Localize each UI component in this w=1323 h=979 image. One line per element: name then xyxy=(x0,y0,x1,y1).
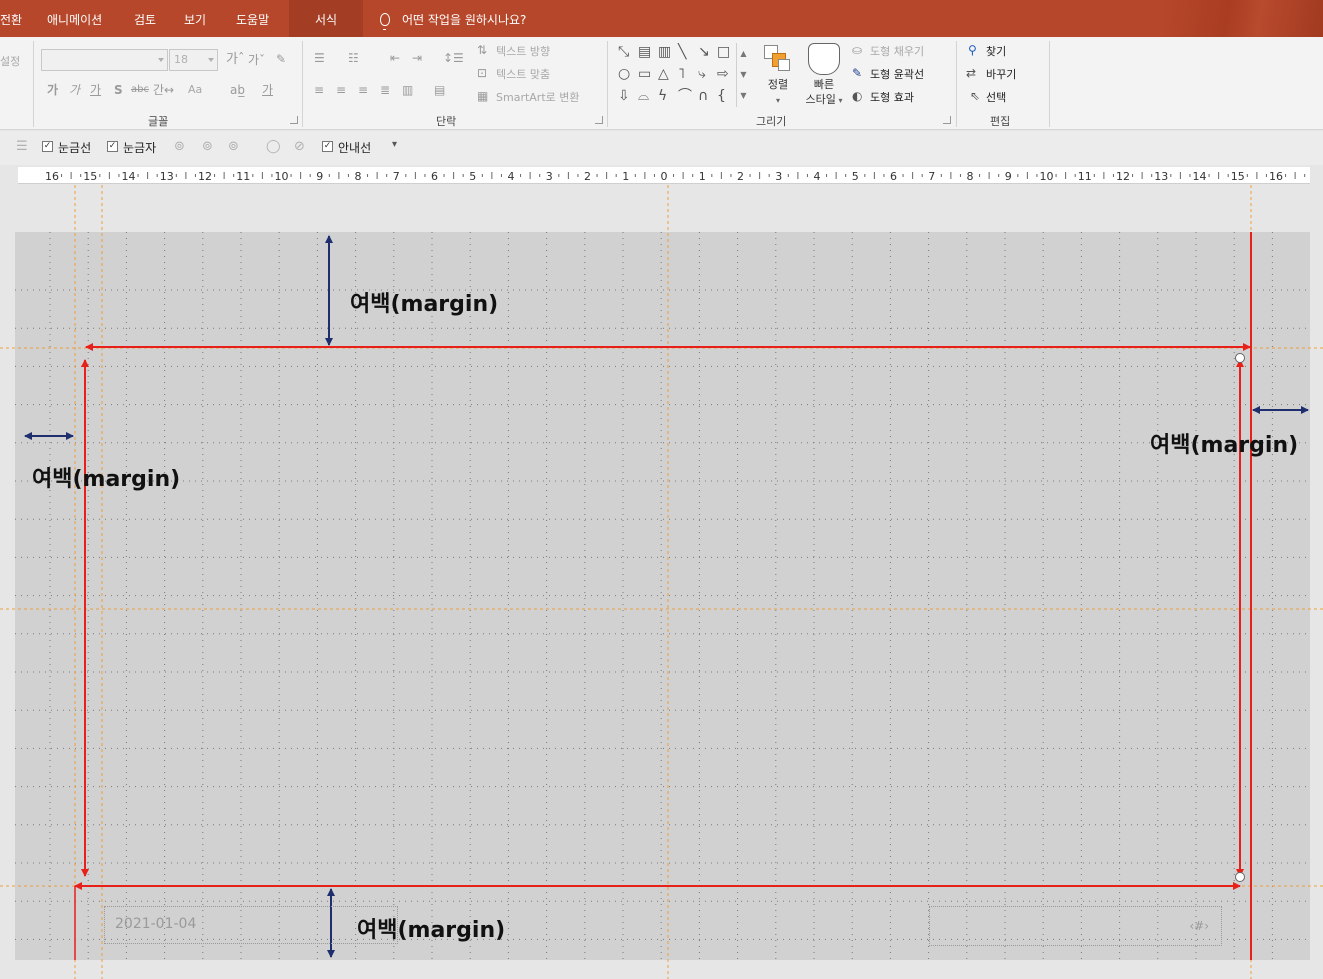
margin-label-left: 여백(margin) xyxy=(32,467,181,492)
selection-handle xyxy=(1235,353,1245,363)
selection-handle xyxy=(1235,872,1245,882)
margin-label-top: 여백(margin) xyxy=(350,292,499,317)
margin-label-right: 여백(margin) xyxy=(1150,433,1299,458)
date-placeholder[interactable]: 2021-01-04 xyxy=(104,906,398,944)
slide-number-placeholder[interactable]: ‹#› xyxy=(929,906,1222,946)
date-text: 2021-01-04 xyxy=(115,916,197,932)
slide-number-text: ‹#› xyxy=(1189,919,1209,933)
margin-overlay xyxy=(0,185,1323,979)
